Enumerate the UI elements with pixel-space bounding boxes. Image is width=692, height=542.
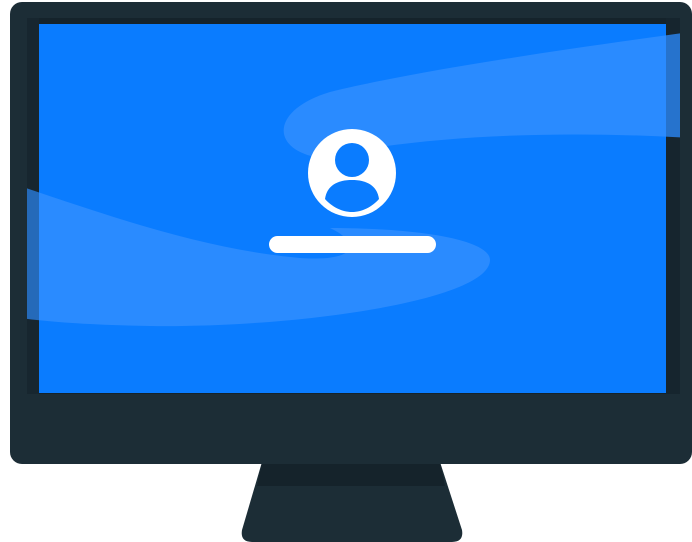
monitor-illustration: [0, 0, 692, 542]
monitor-svg: [10, 2, 692, 542]
username-bar: [269, 236, 436, 253]
screen-left-edge: [27, 18, 39, 394]
user-avatar-icon: [308, 129, 396, 217]
monitor-stand-shadow: [257, 462, 445, 486]
screen-right-edge: [666, 18, 680, 394]
